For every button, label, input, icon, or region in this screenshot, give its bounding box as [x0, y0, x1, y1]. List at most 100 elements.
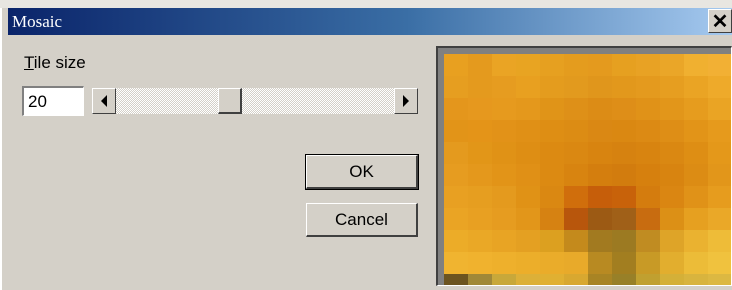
mosaic-tile	[564, 230, 588, 252]
mosaic-tile	[444, 54, 468, 76]
mosaic-tile	[588, 98, 612, 120]
mosaic-tile	[540, 98, 564, 120]
mosaic-tile	[540, 54, 564, 76]
mosaic-tile	[660, 142, 684, 164]
slider-track[interactable]	[116, 88, 394, 114]
close-icon: ✕	[711, 10, 729, 33]
mosaic-tile	[444, 76, 468, 98]
mosaic-tile	[444, 208, 468, 230]
mosaic-tile	[708, 54, 731, 76]
mosaic-tile	[468, 208, 492, 230]
mosaic-tile	[564, 142, 588, 164]
mosaic-tile	[564, 274, 588, 285]
mosaic-tile	[444, 120, 468, 142]
mosaic-tile	[516, 186, 540, 208]
mosaic-tile	[468, 252, 492, 274]
mosaic-tile	[708, 252, 731, 274]
mosaic-tile	[468, 186, 492, 208]
right-arrow-icon	[403, 95, 409, 107]
mosaic-tile	[516, 252, 540, 274]
mosaic-tile	[516, 142, 540, 164]
mosaic-tile	[636, 142, 660, 164]
mosaic-tile	[564, 164, 588, 186]
slider-thumb[interactable]	[217, 88, 242, 114]
mosaic-tile	[660, 252, 684, 274]
mosaic-tile	[708, 186, 731, 208]
mosaic-tile	[492, 274, 516, 285]
mosaic-tile	[564, 186, 588, 208]
title-bar[interactable]: Mosaic ✕	[8, 8, 732, 35]
mosaic-tile	[540, 120, 564, 142]
mosaic-tile	[516, 208, 540, 230]
mosaic-tile	[540, 186, 564, 208]
mosaic-tile	[468, 120, 492, 142]
mosaic-tile	[684, 186, 708, 208]
mosaic-tile	[588, 120, 612, 142]
mosaic-tile	[444, 186, 468, 208]
mosaic-tile	[636, 274, 660, 285]
mosaic-tile	[516, 274, 540, 285]
mosaic-tile	[516, 76, 540, 98]
mosaic-tile	[708, 230, 731, 252]
mosaic-tile	[588, 230, 612, 252]
tile-size-label: Tile size	[24, 53, 86, 73]
mosaic-tile	[588, 274, 612, 285]
mosaic-tile	[636, 164, 660, 186]
mosaic-tile	[660, 98, 684, 120]
mosaic-tile	[660, 54, 684, 76]
mosaic-tile	[684, 54, 708, 76]
close-button[interactable]: ✕	[708, 9, 732, 33]
mosaic-tile	[540, 164, 564, 186]
mosaic-tile	[636, 252, 660, 274]
mosaic-tile	[540, 208, 564, 230]
mosaic-tile	[636, 230, 660, 252]
mosaic-tile	[492, 208, 516, 230]
mosaic-tile	[492, 98, 516, 120]
mosaic-tile	[564, 120, 588, 142]
mosaic-tile	[444, 98, 468, 120]
mosaic-tile	[492, 76, 516, 98]
slider-left-button[interactable]	[92, 88, 116, 114]
tile-size-input[interactable]	[22, 86, 84, 116]
mosaic-tile	[468, 274, 492, 285]
mosaic-tile	[636, 186, 660, 208]
mosaic-tile	[660, 120, 684, 142]
mosaic-tile	[468, 54, 492, 76]
mosaic-tile	[564, 252, 588, 274]
mosaic-tile	[444, 274, 468, 285]
mosaic-tile	[660, 230, 684, 252]
mosaic-tile	[492, 54, 516, 76]
mosaic-tile	[564, 208, 588, 230]
mosaic-tile	[708, 120, 731, 142]
mosaic-tile	[612, 164, 636, 186]
mosaic-tile	[636, 54, 660, 76]
mosaic-tile	[564, 76, 588, 98]
cancel-button[interactable]: Cancel	[306, 203, 418, 237]
mosaic-tile	[684, 120, 708, 142]
mosaic-tile	[612, 274, 636, 285]
mosaic-tile	[492, 252, 516, 274]
mosaic-tile	[612, 54, 636, 76]
preview-panel	[436, 46, 732, 286]
ok-button[interactable]: OK	[305, 154, 419, 190]
mosaic-tile	[612, 120, 636, 142]
mosaic-tile	[684, 98, 708, 120]
tile-size-slider[interactable]	[92, 88, 418, 114]
tile-size-label-mnemonic: T	[24, 53, 34, 72]
mosaic-tile	[516, 54, 540, 76]
mosaic-tile	[708, 142, 731, 164]
mosaic-tile	[564, 54, 588, 76]
mosaic-tile	[708, 208, 731, 230]
mosaic-tile	[492, 230, 516, 252]
mosaic-tile	[636, 208, 660, 230]
mosaic-tile	[588, 252, 612, 274]
mosaic-tile	[636, 76, 660, 98]
mosaic-tile	[588, 76, 612, 98]
mosaic-tile	[684, 274, 708, 285]
slider-right-button[interactable]	[394, 88, 418, 114]
mosaic-tile	[684, 208, 708, 230]
left-arrow-icon	[101, 95, 107, 107]
mosaic-tile	[540, 230, 564, 252]
mosaic-tile	[492, 186, 516, 208]
mosaic-tile	[612, 142, 636, 164]
